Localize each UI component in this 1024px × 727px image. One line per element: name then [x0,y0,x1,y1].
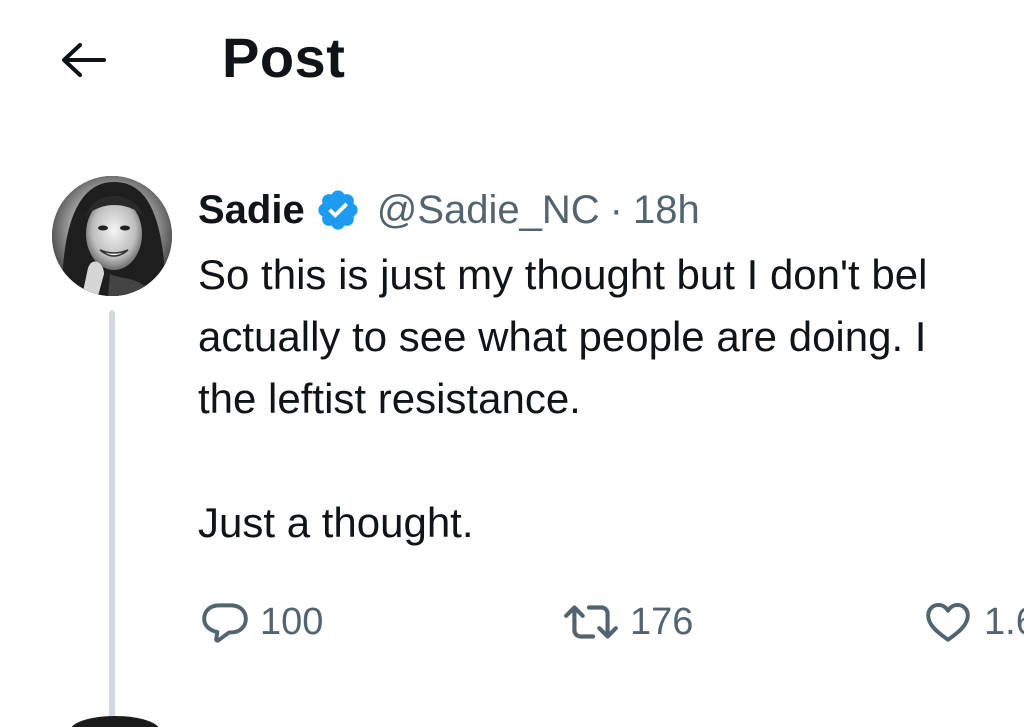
post-page: Post Sadie @Sadie_NC · 18h So this is ju… [0,0,1024,727]
page-title: Post [222,26,346,89]
post-author-row: Sadie @Sadie_NC · 18h [198,180,700,240]
reply-button[interactable]: 100 [200,592,323,652]
back-button[interactable] [48,30,118,90]
author-handle[interactable]: @Sadie_NC [377,188,600,233]
avatar[interactable] [52,176,172,296]
arrow-left-icon [62,43,106,77]
post-action-bar: 100 176 1.6 [200,592,1024,652]
top-bar: Post [0,0,1024,120]
post-text-line: Just a thought. [198,499,474,546]
verified-badge-icon[interactable] [315,187,361,233]
author-name[interactable]: Sadie [198,188,305,233]
post-timestamp[interactable]: 18h [633,188,700,233]
next-reply-avatar[interactable] [70,716,160,727]
repost-button[interactable]: 176 [562,592,693,652]
reply-bubble-icon [202,603,248,643]
repost-count: 176 [630,600,694,643]
separator-dot: · [609,187,623,232]
post-text-line: So this is just my thought but I don't b… [198,251,928,298]
like-button[interactable]: 1.6 [922,592,1024,652]
post-text-blank-line [198,430,1024,492]
heart-icon [926,602,970,642]
avatar-photo [52,176,172,296]
reply-count: 100 [260,600,324,643]
thread-connector-line [109,310,115,720]
post-text: So this is just my thought but I don't b… [198,244,1024,554]
post-text-line: actually to see what people are doing. I [198,313,927,360]
repost-icon [564,605,618,639]
like-count: 1.6 [984,600,1024,643]
post-text-line: the leftist resistance. [198,375,581,422]
